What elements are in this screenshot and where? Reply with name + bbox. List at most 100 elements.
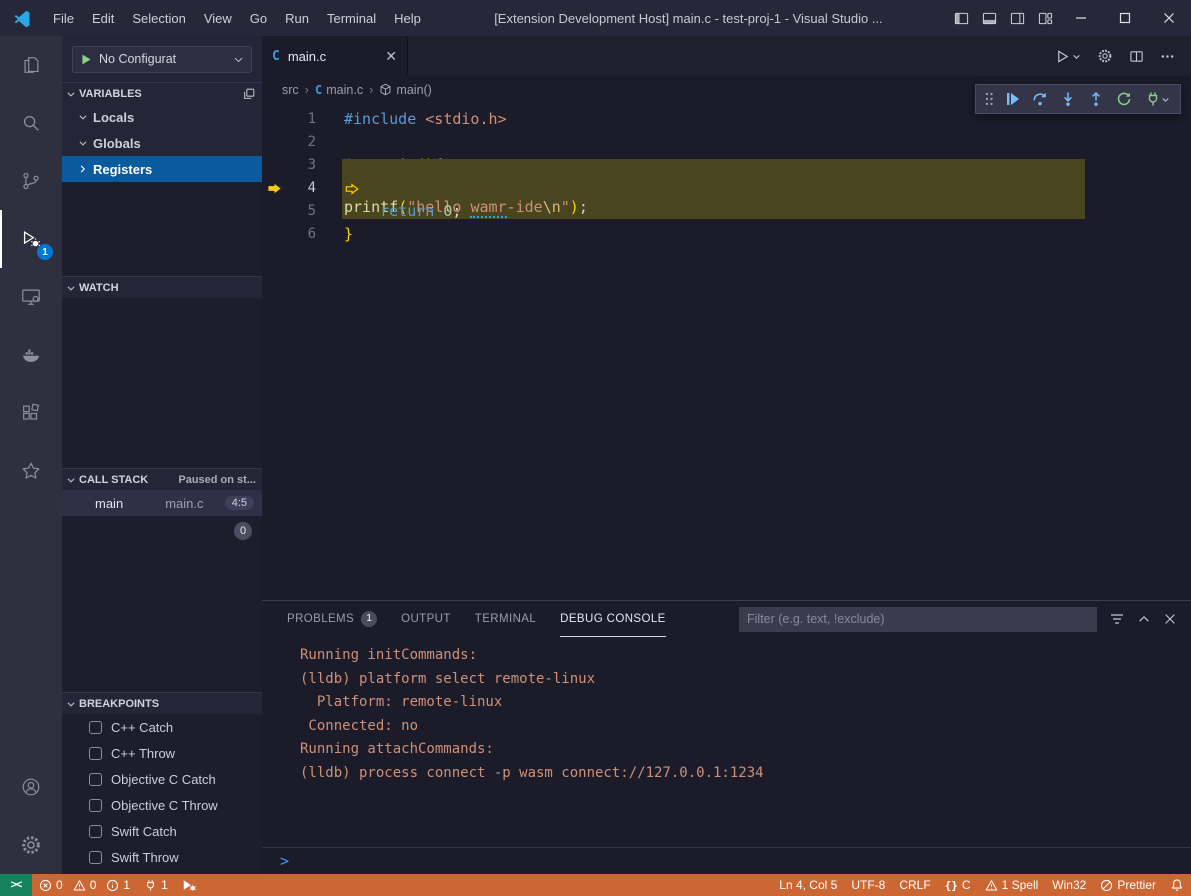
sidebar-item-extensions[interactable] <box>0 384 62 442</box>
call-stack-header[interactable]: CALL STACK Paused on st... <box>62 468 262 490</box>
breakpoint-item[interactable]: Swift Throw <box>62 844 262 870</box>
spell-checker-status[interactable]: 1 Spell <box>978 874 1046 896</box>
collapse-panel-icon[interactable] <box>1137 612 1151 626</box>
watch-header[interactable]: WATCH <box>62 276 262 298</box>
prettier-status[interactable]: Prettier <box>1093 874 1163 896</box>
breakpoint-checkbox[interactable] <box>89 825 102 838</box>
tab-problems[interactable]: PROBLEMS 1 <box>287 602 377 637</box>
sidebar-item-source-control[interactable] <box>0 152 62 210</box>
disconnect-button[interactable] <box>1138 86 1176 112</box>
tab-main-c[interactable]: C main.c ✕ <box>262 36 408 76</box>
menu-terminal[interactable]: Terminal <box>318 6 385 31</box>
layout-panel-icon[interactable] <box>975 0 1003 36</box>
ports-status[interactable]: 1 <box>137 874 175 896</box>
step-over-button[interactable] <box>1026 86 1054 112</box>
start-debugging-icon[interactable] <box>80 53 93 66</box>
code-line-4: 4 printf("hello wamr-ide\n"); <box>262 177 1191 200</box>
breakpoint-checkbox[interactable] <box>89 851 102 864</box>
debug-sessions-badge: 1 <box>37 244 53 260</box>
layout-sidebar-icon[interactable] <box>947 0 975 36</box>
sidebar-item-star-extension[interactable] <box>0 442 62 500</box>
sidebar-item-remote-explorer[interactable] <box>0 268 62 326</box>
remote-explorer-icon <box>20 286 42 308</box>
remote-indicator[interactable]: >< <box>0 874 32 896</box>
step-into-button[interactable] <box>1054 86 1082 112</box>
accounts-button[interactable] <box>0 758 62 816</box>
call-stack-title: CALL STACK <box>79 474 148 486</box>
variables-header[interactable]: VARIABLES <box>62 82 262 104</box>
eol-indicator[interactable]: CRLF <box>892 874 937 896</box>
manage-button[interactable] <box>0 816 62 874</box>
layout-customize-icon[interactable] <box>1031 0 1059 36</box>
problems-status[interactable]: 0 0 1 <box>32 874 137 896</box>
continue-button[interactable] <box>998 86 1026 112</box>
notifications-bell[interactable] <box>1163 874 1191 896</box>
files-icon <box>20 54 42 76</box>
encoding-indicator[interactable]: UTF-8 <box>844 874 892 896</box>
breakpoint-item[interactable]: Objective C Catch <box>62 766 262 792</box>
bottom-panel: PROBLEMS 1 OUTPUT TERMINAL DEBUG CONSOLE… <box>262 600 1191 874</box>
console-filter-input[interactable] <box>739 607 1097 632</box>
call-stack-badge: 0 <box>234 522 252 540</box>
menu-file[interactable]: File <box>44 6 83 31</box>
breakpoint-item[interactable]: C++ Throw <box>62 740 262 766</box>
layout-sidebar-right-icon[interactable] <box>1003 0 1031 36</box>
stack-frame-row[interactable]: main main.c 4:5 <box>62 490 262 516</box>
source-control-icon <box>20 170 42 192</box>
window-controls <box>947 0 1191 36</box>
docker-icon <box>20 344 42 366</box>
sidebar-item-run-and-debug[interactable]: 1 <box>0 210 62 268</box>
tab-terminal[interactable]: TERMINAL <box>475 602 536 637</box>
breakpoint-checkbox[interactable] <box>89 773 102 786</box>
restart-button[interactable] <box>1110 86 1138 112</box>
sidebar-item-search[interactable] <box>0 94 62 152</box>
copy-value-icon[interactable] <box>242 87 256 101</box>
tab-output[interactable]: OUTPUT <box>401 602 451 637</box>
close-tab-icon[interactable]: ✕ <box>385 48 397 65</box>
menu-go[interactable]: Go <box>241 6 276 31</box>
debug-console-input[interactable]: > <box>262 847 1191 874</box>
minimize-button[interactable] <box>1059 0 1103 36</box>
sidebar-item-docker[interactable] <box>0 326 62 384</box>
c-file-icon: C <box>315 83 322 97</box>
current-line-marker[interactable] <box>262 181 286 196</box>
menu-edit[interactable]: Edit <box>83 6 123 31</box>
breakpoint-item[interactable]: Objective C Throw <box>62 792 262 818</box>
breadcrumb-folder[interactable]: src <box>282 83 299 97</box>
debug-config-dropdown[interactable]: No Configurat <box>72 46 252 73</box>
close-panel-icon[interactable] <box>1163 612 1177 626</box>
menu-view[interactable]: View <box>195 6 241 31</box>
debug-status[interactable] <box>175 874 203 896</box>
cursor-position[interactable]: Ln 4, Col 5 <box>772 874 844 896</box>
inline-breakpoint-icon[interactable] <box>344 182 1085 196</box>
language-mode[interactable]: {}C <box>938 874 978 896</box>
breadcrumb-file[interactable]: Cmain.c <box>315 83 363 97</box>
sidebar-item-explorer[interactable] <box>0 36 62 94</box>
menu-help[interactable]: Help <box>385 6 430 31</box>
menu-selection[interactable]: Selection <box>123 6 194 31</box>
more-actions-icon[interactable] <box>1160 49 1175 64</box>
breakpoint-checkbox[interactable] <box>89 721 102 734</box>
breakpoint-checkbox[interactable] <box>89 799 102 812</box>
variables-scope-registers[interactable]: Registers <box>62 156 262 182</box>
split-editor-icon[interactable] <box>1129 49 1144 64</box>
breakpoints-header[interactable]: BREAKPOINTS <box>62 692 262 714</box>
gear-icon[interactable] <box>1097 48 1113 64</box>
breakpoint-item[interactable]: C++ Catch <box>62 714 262 740</box>
breadcrumb-symbol[interactable]: main() <box>379 83 431 97</box>
platform-indicator[interactable]: Win32 <box>1045 874 1093 896</box>
maximize-button[interactable] <box>1103 0 1147 36</box>
breakpoint-item[interactable]: Swift Catch <box>62 818 262 844</box>
tab-label: main.c <box>288 49 326 64</box>
toolbar-grip-handle[interactable] <box>980 86 998 112</box>
variables-scope-globals[interactable]: Globals <box>62 130 262 156</box>
menu-run[interactable]: Run <box>276 6 318 31</box>
variables-scope-locals[interactable]: Locals <box>62 104 262 130</box>
step-out-button[interactable] <box>1082 86 1110 112</box>
filter-lines-icon[interactable] <box>1109 611 1125 627</box>
code-editor[interactable]: 1#include <stdio.h>23int main(){4 printf… <box>262 103 1191 600</box>
close-button[interactable] <box>1147 0 1191 36</box>
breakpoint-checkbox[interactable] <box>89 747 102 760</box>
tab-debug-console[interactable]: DEBUG CONSOLE <box>560 602 666 637</box>
run-icon[interactable] <box>1055 49 1081 64</box>
